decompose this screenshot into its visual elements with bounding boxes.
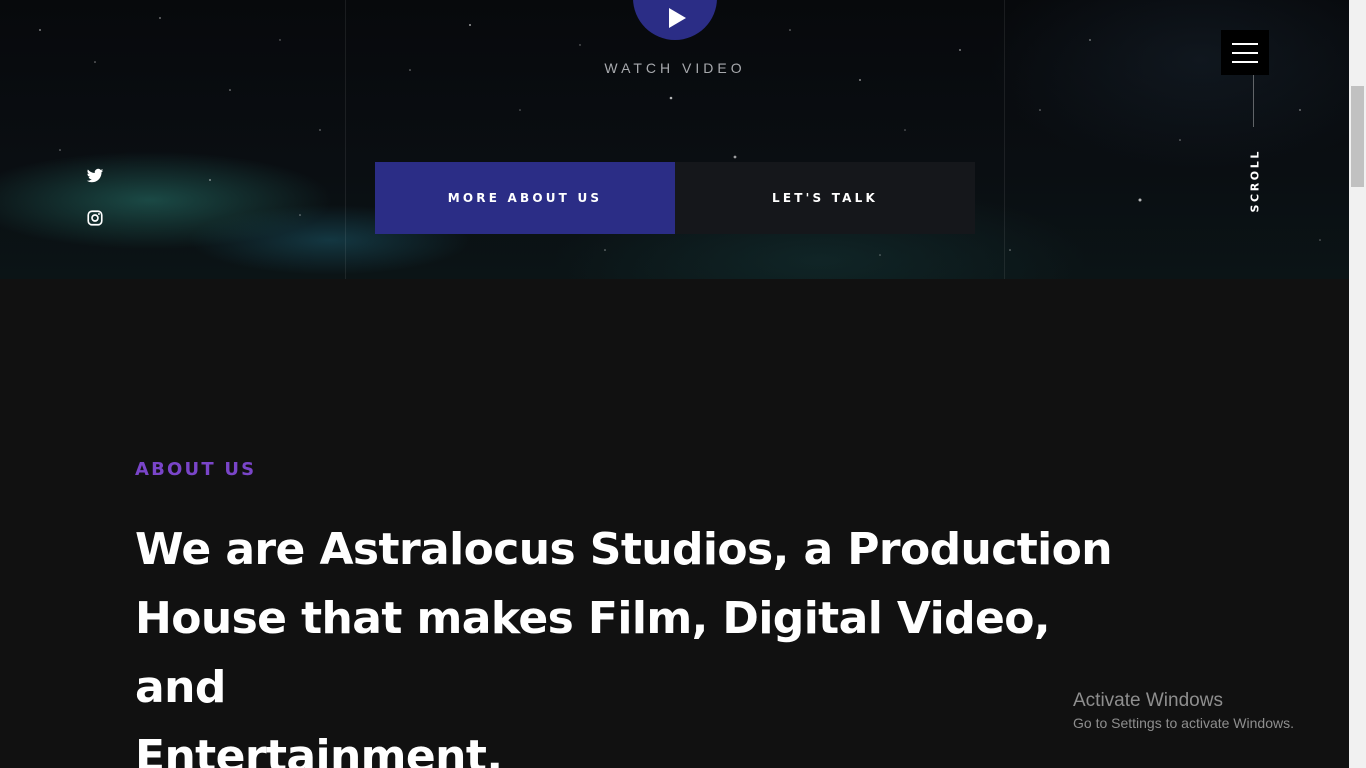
hamburger-menu-button[interactable] [1221, 30, 1269, 75]
more-about-us-button[interactable]: MORE ABOUT US [375, 162, 675, 234]
play-icon [668, 8, 686, 28]
windows-activation-title: Activate Windows [1073, 690, 1223, 711]
hero-section: WATCH VIDEO MORE ABOUT US LET'S TALK SCR… [0, 0, 1349, 279]
about-eyebrow: ABOUT US [135, 459, 257, 480]
scrollbar-thumb[interactable] [1351, 86, 1364, 187]
instagram-icon[interactable] [86, 209, 104, 227]
scroll-indicator-line [1253, 75, 1254, 127]
heading-line: We are Astralocus Studios, a Production [135, 524, 1113, 575]
heading-line: House that makes Film, Digital Video, an… [135, 593, 1051, 713]
grid-line [1004, 0, 1005, 279]
grid-line [345, 0, 346, 279]
twitter-icon[interactable] [86, 167, 104, 185]
about-heading: We are Astralocus Studios, a Production … [135, 515, 1155, 768]
windows-activation-subtitle: Go to Settings to activate Windows. [1073, 715, 1294, 731]
hamburger-menu-icon [1232, 42, 1258, 45]
lets-talk-button[interactable]: LET'S TALK [675, 162, 975, 234]
hamburger-menu-icon [1232, 60, 1258, 63]
heading-line: Entertainment. [135, 731, 503, 768]
hamburger-menu-icon [1232, 51, 1258, 54]
starfield-background [39, 17, 1321, 256]
watch-video-link[interactable]: WATCH VIDEO [560, 60, 790, 76]
scroll-indicator-label[interactable]: SCROLL [1249, 149, 1262, 212]
